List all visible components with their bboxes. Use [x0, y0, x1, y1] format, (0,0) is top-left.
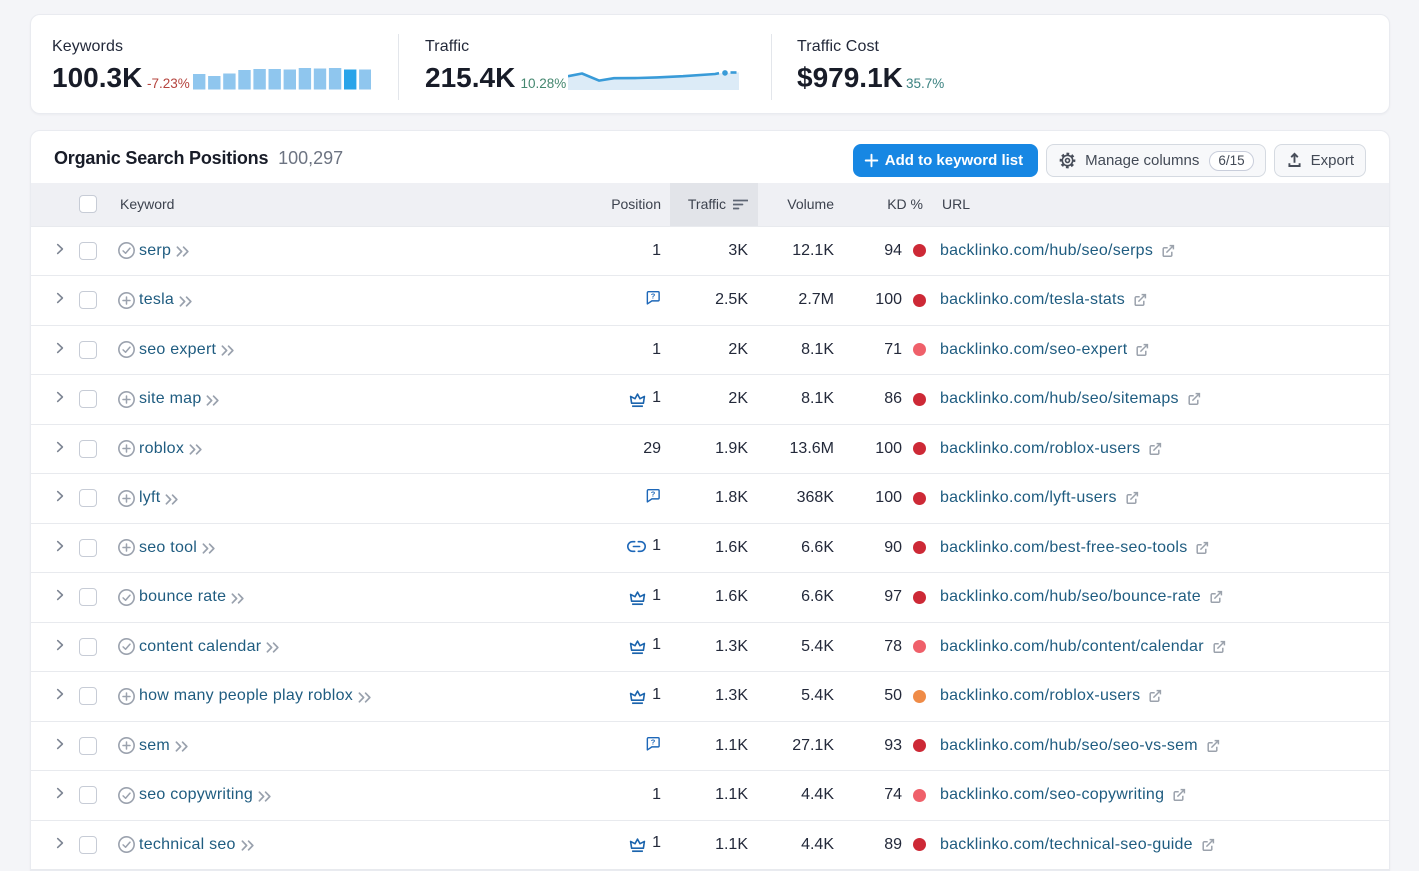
svg-text:?: ? — [651, 490, 656, 499]
svg-text:?: ? — [651, 737, 656, 746]
svg-text:?: ? — [651, 292, 656, 301]
